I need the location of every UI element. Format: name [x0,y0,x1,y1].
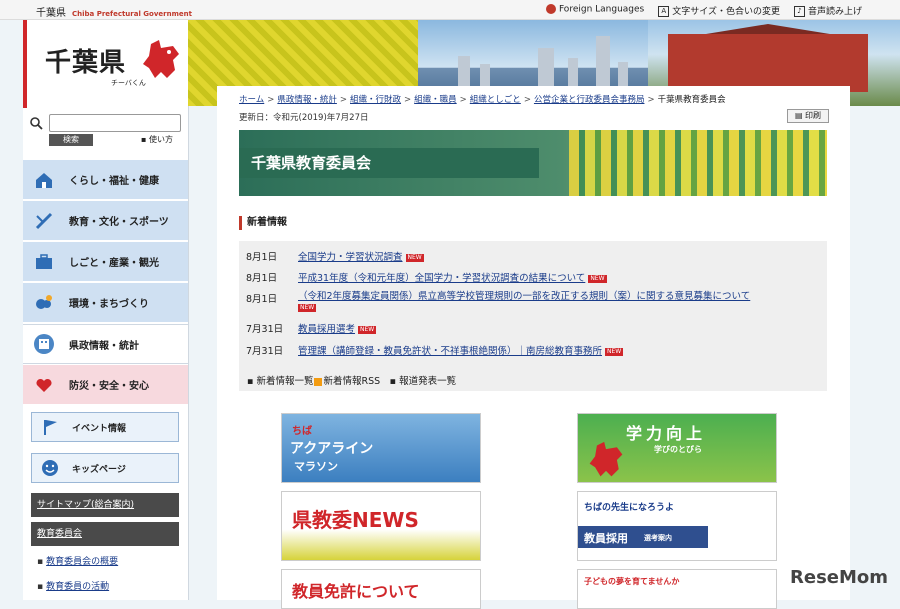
org-name-en: Chiba Prefectural Government [72,10,192,18]
pen-icon [35,212,53,229]
breadcrumb: ホーム > 県政情報・統計 > 組織・行財政 > 組織・職員 > 組織としごと > 公営企業と行政委… [239,95,726,105]
breadcrumb-public-enterprise[interactable]: 公営企業と行政委員会事務局 [534,95,645,105]
search-button[interactable]: 検索 [49,134,93,146]
new-badge: NEW [405,253,424,262]
left-sidebar: 千葉県 チーバくん 検索 ▪ 使い方 くらし・福祉・健康 教育・文化・スポーツ … [23,20,189,600]
news-link[interactable]: （令和2年度募集定員関係）県立高等学校管理規則の一部を改正する規則（案）に関する… [298,291,750,302]
page-title: 千葉県教育委員会 [239,148,539,178]
menu-education-culture-sports[interactable]: 教育・文化・スポーツ [23,201,188,241]
briefcase-icon [36,253,52,269]
font-size-color-link[interactable]: A 文字サイズ・色合いの変更 [658,4,780,17]
foreign-languages-link[interactable]: Foreign Languages [545,4,644,17]
press-list-link[interactable]: 報道発表一覧 [390,376,456,387]
globe-icon [545,4,556,14]
new-badge: NEW [588,274,607,283]
kids-page-button[interactable]: キッズページ [31,453,179,483]
smiley-icon [42,460,58,476]
org-name-ja: 千葉県 [36,8,66,19]
committee-activities-link[interactable]: 教育委員の活動 [37,579,109,592]
top-bar: 千葉県 Chiba Prefectural Government Foreign … [0,0,900,20]
menu-living-welfare-health[interactable]: くらし・福祉・健康 [23,160,188,200]
aqualine-marathon-banner[interactable]: ちば アクアライン マラソン [281,413,481,483]
event-info-button[interactable]: イベント情報 [31,412,179,442]
search-input[interactable] [49,114,181,132]
new-badge: NEW [358,325,377,334]
printer-icon: ▤ [794,111,803,120]
dream-teacher-banner[interactable]: 子どもの夢を育てませんか [577,569,777,609]
menu-environment-town[interactable]: 環境・まちづくり [23,283,188,323]
gakuryoku-koujou-banner[interactable]: 学力向上 学びのとびら [577,413,777,483]
updated-date: 更新日：令和元(2019)年7月27日 [239,113,369,123]
breadcrumb-home[interactable]: ホーム [239,95,264,105]
breadcrumb-org-staff[interactable]: 組織・職員 [414,95,457,105]
site-logo[interactable]: 千葉県 チーバくん [23,20,188,108]
breadcrumb-gov-stats[interactable]: 県政情報・統計 [277,95,337,105]
page-banner: 千葉県教育委員会 [239,130,827,196]
news-link[interactable]: 全国学力・学習状況調査 [298,252,403,263]
breadcrumb-org-work[interactable]: 組織としごと [470,95,521,105]
chiba-kun-mascot-icon [143,40,179,78]
breadcrumb-org-finance[interactable]: 組織・行財政 [350,95,401,105]
building-icon [34,334,54,354]
resemom-watermark: ReseMom [790,567,889,588]
teacher-license-banner[interactable]: 教員免許について [281,569,481,609]
teacher-recruitment-banner[interactable]: ちばの先生になろうよ 教員採用 選考案内 [577,491,777,561]
logo-title: 千葉県 [45,48,127,78]
weather-icon [36,294,52,309]
new-badge: NEW [298,303,317,312]
menu-disaster-safety[interactable]: 防災・安全・安心 [23,365,188,405]
search-usage-link[interactable]: ▪ 使い方 [141,134,173,145]
main-content: ホーム > 県政情報・統計 > 組織・行財政 > 組織・職員 > 組織としごと > 公営企業と行政委… [217,86,850,609]
new-badge: NEW [605,347,624,356]
search-icon [30,117,43,130]
rss-icon [314,377,323,386]
chiba-kun-mascot-icon [589,441,623,477]
org-name: 千葉県 Chiba Prefectural Government [36,4,192,19]
news-item: 7月31日 教員採用選考 NEW [246,324,377,335]
flag-icon [44,420,57,435]
menu-work-industry-tourism[interactable]: しごと・産業・観光 [23,242,188,282]
house-icon [36,172,52,188]
speaker-icon: ♪ [793,6,805,17]
news-item: 8月1日 平成31年度（令和元年度）全国学力・学習状況調査の結果について NEW [246,273,607,284]
news-rss-link[interactable]: 新着情報RSS [323,376,380,387]
news-item: 8月1日 全国学力・学習状況調査 NEW [246,252,424,263]
students-photo [569,130,827,196]
sitemap-link[interactable]: サイトマップ(総合案内) [31,493,179,517]
font-size-icon: A [658,6,670,17]
breadcrumb-current: 千葉県教育委員会 [657,95,726,105]
news-link[interactable]: 教員採用選考 [298,324,355,335]
news-link[interactable]: 平成31年度（令和元年度）全国学力・学習状況調査の結果について [298,273,585,284]
news-list: 8月1日 全国学力・学習状況調査 NEW 8月1日 平成31年度（令和元年度）全国学力… [239,241,827,391]
news-footer-links: 新着情報一覧新着情報RSS 報道発表一覧 [247,373,456,387]
committee-overview-link[interactable]: 教育委員会の概要 [37,554,118,567]
news-list-link[interactable]: 新着情報一覧 [247,376,313,387]
committee-heading[interactable]: 教育委員会 [31,522,179,546]
read-aloud-link[interactable]: ♪ 音声読み上げ [793,4,862,17]
heart-icon [36,378,52,392]
print-button[interactable]: ▤ 印刷 [787,109,829,123]
news-item: 8月1日 （令和2年度募集定員関係）県立高等学校管理規則の一部を改正する規則（案）… [246,291,751,312]
utility-tools: Foreign Languages A 文字サイズ・色合いの変更 ♪ 音声読み上げ [545,4,862,17]
menu-government-statistics[interactable]: 県政情報・統計 [23,324,188,364]
kenkyoui-news-banner[interactable]: 県教委NEWS [281,491,481,561]
news-heading: 新着情報 [239,216,287,230]
news-item: 7月31日 管理課（講師登録・教員免許状・不祥事根絶関係）｜南房総教育事務所 NEW [246,346,624,357]
news-link[interactable]: 管理課（講師登録・教員免許状・不祥事根絶関係）｜南房総教育事務所 [298,346,602,357]
